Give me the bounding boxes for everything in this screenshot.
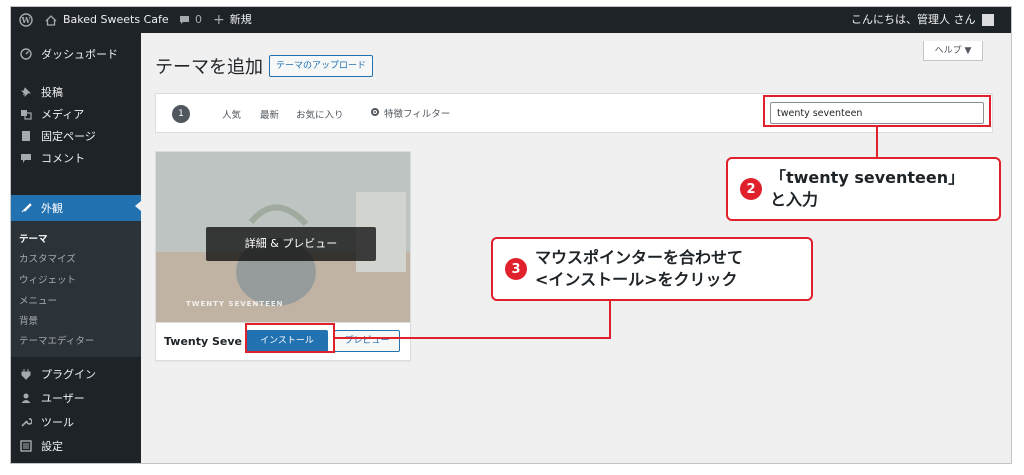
dashboard-icon [19, 47, 33, 61]
submenu-item-themes[interactable]: テーマ [19, 231, 48, 245]
new-content-link[interactable]: + 新規 [213, 7, 252, 33]
sidebar-item-tools[interactable]: ツール [11, 411, 141, 433]
step3-number: 3 [505, 258, 527, 280]
submenu-item-widgets[interactable]: ウィジェット [19, 272, 76, 286]
home-icon [45, 14, 57, 26]
submenu-item-background[interactable]: 背景 [19, 313, 38, 327]
admin-bar: W Baked Sweets Cafe 0 + 新規 こんにちは、管理人 さん [11, 7, 1011, 33]
sidebar-item-users[interactable]: ユーザー [11, 387, 141, 409]
sidebar-item-label: 投稿 [41, 86, 63, 99]
page-icon [19, 129, 33, 143]
plus-icon: + [213, 12, 225, 28]
feature-filter-link[interactable]: 特徴フィルター [370, 106, 450, 120]
step3-line1: マウスポインターを合わせて [535, 248, 744, 267]
brush-icon [19, 201, 33, 215]
theme-screenshot-brand: TWENTY SEVENTEEN [186, 300, 284, 308]
sidebar-item-comments[interactable]: コメント [11, 147, 141, 169]
sidebar-item-label: ユーザー [41, 392, 85, 405]
sidebar-item-plugins[interactable]: プラグイン [11, 363, 141, 385]
settings-icon [19, 439, 33, 453]
submenu-item-menus[interactable]: メニュー [19, 293, 57, 307]
step2-line2: と入力 [770, 190, 819, 209]
step2-line1: 「twenty seventeen」 [770, 168, 965, 187]
step2-number: 2 [740, 178, 762, 200]
sidebar-item-label: ダッシュボード [41, 48, 118, 61]
search-highlight-box [763, 95, 991, 127]
submenu-item-theme-editor[interactable]: テーマエディター [19, 333, 94, 347]
step3-callout: 3 マウスポインターを合わせて <インストール>をクリック [491, 237, 813, 301]
account-menu[interactable]: こんにちは、管理人 さん [851, 7, 994, 33]
help-button[interactable]: ヘルプ ▼ [923, 41, 983, 61]
greeting: こんにちは、管理人 さん [851, 13, 976, 26]
svg-text:W: W [21, 15, 32, 25]
admin-sidebar: ダッシュボード 投稿 メディア 固定ページ コメント 外観 テーマ カスタマイズ… [11, 33, 141, 463]
step3-connector-v [609, 301, 611, 339]
step2-connector [876, 127, 878, 157]
plugin-icon [19, 367, 33, 381]
sidebar-item-label: 設定 [41, 440, 63, 453]
comment-icon [19, 151, 33, 165]
sidebar-item-label: 外観 [41, 202, 63, 215]
sidebar-item-label: メディア [41, 108, 85, 121]
upload-theme-button[interactable]: テーマのアップロード [269, 55, 374, 77]
theme-name: Twenty Seve [164, 335, 243, 348]
appearance-submenu: テーマ カスタマイズ ウィジェット メニュー 背景 テーマエディター [11, 221, 141, 357]
theme-screenshot[interactable]: TWENTY SEVENTEEN 詳細 & プレビュー [156, 152, 410, 322]
browser-frame: W Baked Sweets Cafe 0 + 新規 こんにちは、管理人 さん … [10, 6, 1012, 464]
user-icon [19, 391, 33, 405]
sidebar-item-label: コメント [41, 152, 85, 165]
filter-popular[interactable]: 人気 [222, 107, 241, 121]
new-label: 新規 [229, 13, 252, 26]
avatar [981, 14, 994, 26]
filter-favorites[interactable]: お気に入り [296, 107, 344, 121]
sidebar-item-settings[interactable]: 設定 [11, 435, 141, 457]
filter-latest[interactable]: 最新 [260, 107, 279, 121]
theme-count-badge: 1 [172, 105, 190, 123]
details-preview-button[interactable]: 詳細 & プレビュー [206, 227, 376, 261]
submenu-item-customize[interactable]: カスタマイズ [19, 251, 76, 265]
comments-link[interactable]: 0 [179, 7, 202, 33]
comment-count: 0 [195, 13, 202, 26]
pin-icon [19, 85, 33, 99]
site-name: Baked Sweets Cafe [63, 13, 169, 26]
site-name-link[interactable]: Baked Sweets Cafe [45, 7, 169, 33]
step2-callout: 2 「twenty seventeen」 と入力 [726, 157, 1001, 221]
step3-line2: <インストール>をクリック [535, 270, 738, 289]
sidebar-item-media[interactable]: メディア [11, 103, 141, 125]
step3-connector-h [335, 337, 611, 339]
sidebar-item-posts[interactable]: 投稿 [11, 81, 141, 103]
media-icon [19, 107, 33, 121]
install-highlight-box [245, 323, 335, 353]
comment-icon [179, 15, 190, 25]
sidebar-item-label: ツール [41, 416, 74, 429]
sidebar-item-label: プラグイン [41, 368, 96, 381]
wordpress-logo-icon[interactable]: W [19, 7, 33, 33]
preview-button[interactable]: プレビュー [334, 330, 400, 352]
sidebar-item-label: 固定ページ [41, 130, 96, 143]
page-title: テーマを追加 [155, 57, 263, 78]
wrench-icon [19, 415, 33, 429]
feature-filter-label: 特徴フィルター [384, 109, 451, 120]
sidebar-item-pages[interactable]: 固定ページ [11, 125, 141, 147]
sidebar-item-dashboard[interactable]: ダッシュボード [11, 43, 141, 65]
gear-icon [370, 107, 380, 120]
sidebar-item-appearance[interactable]: 外観 [11, 195, 141, 221]
